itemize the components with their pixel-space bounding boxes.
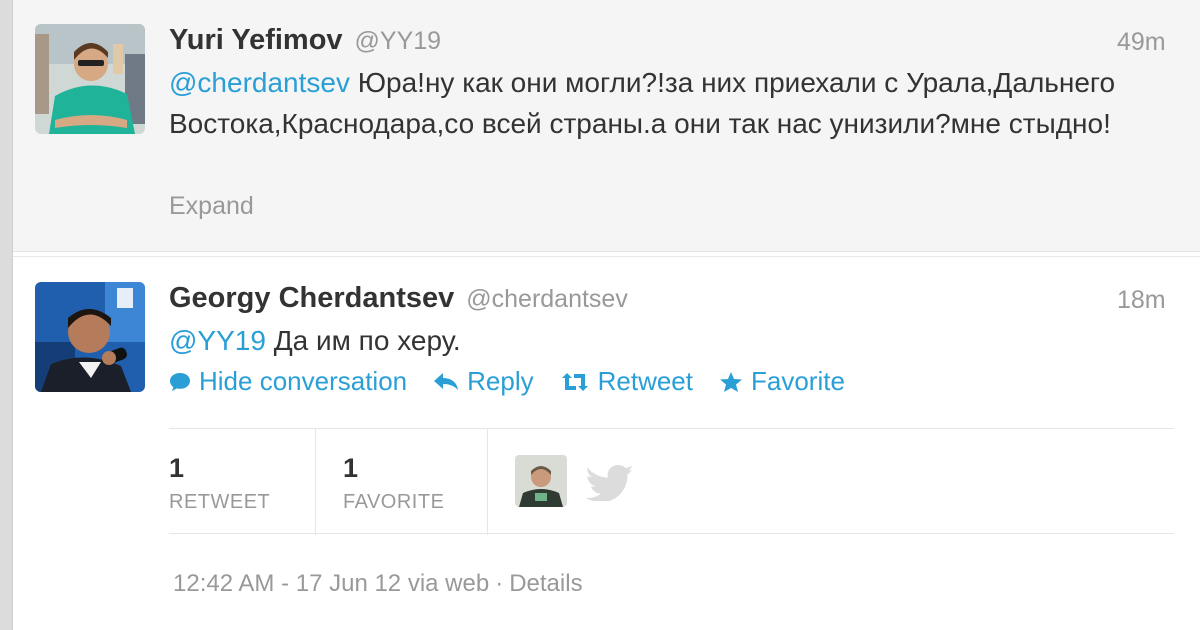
hide-conversation-button[interactable]: Hide conversation bbox=[169, 366, 407, 397]
twitter-bird-icon bbox=[585, 465, 635, 506]
mention-link[interactable]: @cherdantsev bbox=[169, 67, 350, 98]
star-icon bbox=[719, 371, 743, 393]
favorite-stat[interactable]: 1 FAVORITE bbox=[343, 429, 489, 535]
author-name[interactable]: Yuri Yefimov @YY19 bbox=[169, 24, 441, 57]
expand-link[interactable]: Expand bbox=[169, 192, 254, 221]
author-name-text[interactable]: Georgy Cherdantsev bbox=[169, 282, 454, 314]
tweet-footer: 12:42 AM - 17 Jun 12 via web · Details bbox=[173, 570, 583, 598]
tweet-actions: Hide conversation Reply Retweet Favorite bbox=[169, 366, 845, 397]
tweet-time[interactable]: 18m bbox=[1117, 286, 1166, 315]
retweeter-avatar[interactable] bbox=[515, 455, 567, 507]
tweet-timestamp[interactable]: 12:42 AM - 17 Jun 12 via web bbox=[173, 570, 489, 597]
author-name-text[interactable]: Yuri Yefimov bbox=[169, 24, 343, 56]
tweet-time[interactable]: 49m bbox=[1117, 28, 1166, 57]
avatar-georgy[interactable] bbox=[35, 282, 145, 392]
avatar-yuri[interactable] bbox=[35, 24, 145, 134]
details-link[interactable]: Details bbox=[509, 570, 582, 597]
author-name[interactable]: Georgy Cherdantsev @cherdantsev bbox=[169, 282, 628, 315]
favorite-count[interactable]: 1 bbox=[343, 453, 358, 484]
retweet-stat-label[interactable]: RETWEET bbox=[169, 491, 270, 514]
author-handle[interactable]: @YY19 bbox=[355, 27, 442, 55]
reply-arrow-icon bbox=[433, 372, 459, 392]
stats-divider bbox=[315, 429, 316, 535]
tweet-yuri[interactable]: Yuri Yefimov @YY19 49m @cherdantsev Юра!н… bbox=[13, 0, 1200, 252]
reply-label[interactable]: Reply bbox=[467, 366, 533, 397]
footer-separator: · bbox=[495, 570, 504, 597]
favorite-label[interactable]: Favorite bbox=[751, 366, 845, 397]
speech-bubble-icon bbox=[169, 372, 191, 392]
tweet-frame: Yuri Yefimov @YY19 49m @cherdantsev Юра!н… bbox=[12, 0, 1200, 630]
mention-link[interactable]: @YY19 bbox=[169, 325, 266, 356]
tweet-stats: 1 RETWEET 1 FAVORITE bbox=[169, 428, 1174, 535]
favorite-stat-label[interactable]: FAVORITE bbox=[343, 491, 444, 514]
retweet-icon bbox=[560, 372, 590, 392]
favorite-button[interactable]: Favorite bbox=[719, 366, 845, 397]
tweet-body: Да им по херу. bbox=[265, 325, 461, 356]
stats-divider bbox=[487, 429, 488, 535]
tweet-text: @YY19 Да им по херу. bbox=[169, 320, 1159, 361]
tweet-text: @cherdantsev Юра!ну как они могли?!за ни… bbox=[169, 62, 1159, 144]
retweet-count[interactable]: 1 bbox=[169, 453, 184, 484]
retweet-stat[interactable]: 1 RETWEET bbox=[169, 429, 315, 535]
hide-conversation-label[interactable]: Hide conversation bbox=[199, 366, 407, 397]
author-handle[interactable]: @cherdantsev bbox=[466, 285, 628, 313]
retweet-button[interactable]: Retweet bbox=[560, 366, 693, 397]
retweet-label[interactable]: Retweet bbox=[598, 366, 693, 397]
reply-button[interactable]: Reply bbox=[433, 366, 534, 397]
